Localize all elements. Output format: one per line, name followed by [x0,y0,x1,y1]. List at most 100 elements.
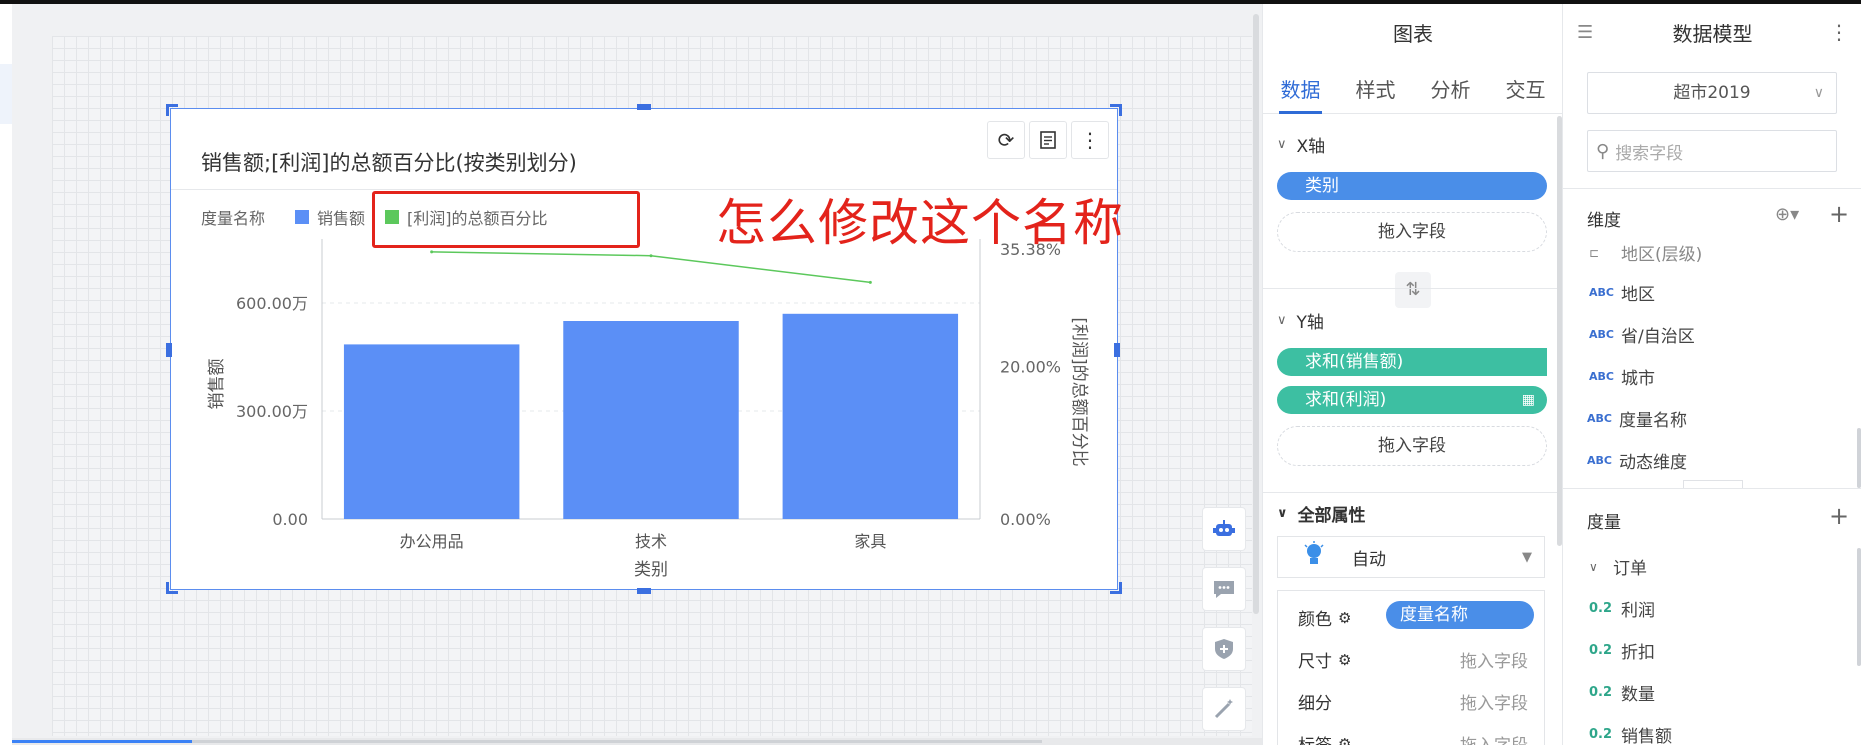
gear-icon[interactable]: ⚙ [1338,651,1351,669]
resize-handle-tr[interactable] [1110,104,1122,116]
measure-scrollbar[interactable] [1857,548,1861,666]
resize-handle-br[interactable] [1110,582,1122,594]
resize-handle-top[interactable] [637,104,651,110]
dimension-item[interactable]: ABC 城市 [1589,364,1655,389]
chevron-down-icon: ∨ [1277,313,1287,328]
line-point [868,280,872,284]
annotation-text: 怎么修改这个名称 [716,194,1124,252]
dimension-item[interactable]: ABC 度量名称 [1587,406,1687,431]
detail-drop-zone[interactable]: 拖入字段 [1460,689,1528,714]
tab-data[interactable]: 数据 [1263,70,1338,114]
gear-icon[interactable]: ⚙ [1338,735,1351,745]
more-icon[interactable]: ⋮ [1829,20,1849,44]
measure-group[interactable]: ∨ 订单 [1589,554,1647,579]
hierarchy-icon: ⊏ [1589,245,1600,260]
dimension-name: 动态维度 [1619,453,1687,473]
annotation-highlight-box [372,191,640,248]
all-props-section[interactable]: ∨ 全部属性 [1277,501,1366,526]
y2-tick-label: 20.00% [1000,357,1061,376]
mark-type-select[interactable]: 自动 ▼ [1277,536,1545,578]
measure-item[interactable]: 0.2 销售额 [1589,722,1672,745]
dataset-select[interactable]: 超市2019 ∨ [1587,72,1837,114]
resize-handle-tl[interactable] [166,104,178,116]
chevron-down-icon: ∨ [1277,506,1288,521]
y-axis-field-pill-profit[interactable]: 求和(利润) ▦ [1277,386,1547,414]
dimension-name: 度量名称 [1619,411,1687,431]
chart-widget[interactable]: 销售额;[利润]的总额百分比(按类别划分) ⟳ ⋮ 度量名称 销售额 [利润]的… [170,108,1118,590]
number-type-icon: 0.2 [1589,601,1613,616]
comment-icon[interactable] [1202,567,1246,611]
magic-wand-icon[interactable] [1202,687,1246,731]
y-axis-title: 销售额 [207,359,227,410]
y-tick-label: 600.00万 [236,294,308,313]
shield-icon[interactable] [1202,627,1246,671]
bar [343,344,520,519]
dimension-item[interactable]: ABC 省/自治区 [1589,322,1695,347]
data-model-panel: ☰ 数据模型 ⋮ 超市2019 ∨ ⚲ 搜索字段 维度 ⊕▾ + ⊏ 地区(层级… [1562,4,1861,745]
dimension-name: 地区(层级) [1621,245,1703,265]
x-axis-drop-zone[interactable]: 拖入字段 [1277,212,1547,252]
y-axis-field-pill-sales[interactable]: 求和(销售额) [1277,348,1547,376]
note-icon[interactable] [1029,121,1067,159]
canvas-scrollbar[interactable] [1253,14,1259,614]
y2-axis-title: [利润]的总额百分比 [1069,317,1089,466]
measure-item[interactable]: 0.2 利润 [1589,596,1655,621]
resize-handle-bl[interactable] [166,582,178,594]
add-dimension-icon[interactable]: + [1829,200,1849,228]
x-axis-field-pill[interactable]: 类别 [1277,172,1547,200]
prop-detail-label: 细分 [1298,694,1332,714]
x-tick-label: 办公用品 [400,532,464,551]
x-axis-section[interactable]: ∨ X轴 [1277,132,1325,157]
line-point [430,250,434,254]
swap-axes-button[interactable]: ⇅ [1395,272,1431,308]
y-axis-drop-zone[interactable]: 拖入字段 [1277,426,1547,466]
measure-group-name: 订单 [1613,559,1647,579]
globe-icon[interactable]: ⊕▾ [1775,204,1799,225]
number-type-icon: 0.2 [1589,727,1613,742]
lightbulb-icon [1304,541,1324,573]
horizontal-scrollbar[interactable] [12,738,1262,745]
field-search-input[interactable]: ⚲ 搜索字段 [1587,130,1837,172]
tab-analysis[interactable]: 分析 [1413,70,1488,113]
x-tick-label: 技术 [635,532,667,551]
more-icon[interactable]: ⋮ [1071,121,1109,159]
gear-icon[interactable]: ⚙ [1338,609,1351,627]
robot-icon[interactable] [1202,507,1246,551]
caret-down-icon: ▼ [1522,549,1532,565]
measure-item[interactable]: 0.2 数量 [1589,680,1655,705]
prop-label-label: 标签 [1298,731,1332,745]
size-drop-zone[interactable]: 拖入字段 [1460,647,1528,672]
dimension-item[interactable]: ABC 地区 [1589,280,1655,305]
measure-name: 数量 [1621,685,1655,705]
measure-name: 销售额 [1621,727,1672,745]
chevron-down-icon: ∨ [1277,137,1287,152]
prop-label: 标签 ⚙ [1298,731,1351,745]
resize-grip[interactable] [1683,480,1743,488]
refresh-icon[interactable]: ⟳ [987,121,1025,159]
prop-size-label: 尺寸 [1298,652,1332,672]
resize-handle-bottom[interactable] [637,588,651,594]
search-icon: ⚲ [1596,140,1610,162]
dimension-name: 地区 [1621,285,1655,305]
resize-handle-left[interactable] [166,343,172,357]
dimension-item[interactable]: ABC 动态维度 [1587,448,1687,473]
color-field-pill[interactable]: 度量名称 [1386,601,1534,629]
text-type-icon: ABC [1587,454,1612,467]
y-axis-field-profit-label: 求和(利润) [1305,390,1387,410]
dimension-name: 省/自治区 [1621,327,1695,347]
measure-name: 折扣 [1621,643,1655,663]
dimension-item[interactable]: ⊏ 地区(层级) [1589,240,1702,265]
measure-item[interactable]: 0.2 折扣 [1589,638,1655,663]
resize-handle-right[interactable] [1114,343,1120,357]
add-measure-icon[interactable]: + [1829,502,1849,530]
tab-interaction[interactable]: 交互 [1488,70,1563,113]
dimension-scrollbar[interactable] [1857,428,1861,488]
search-placeholder: 搜索字段 [1615,143,1684,164]
y-axis-section[interactable]: ∨ Y轴 [1277,308,1324,333]
measures-header: 度量 [1587,513,1621,533]
chart-plot: 0.00300.00万600.00万0.00%20.00%35.38%办公用品技… [207,239,1089,580]
measure-name: 利润 [1621,601,1655,621]
tab-style[interactable]: 样式 [1338,70,1413,113]
label-drop-zone[interactable]: 拖入字段 [1460,731,1528,745]
y-tick-label: 300.00万 [236,402,308,421]
